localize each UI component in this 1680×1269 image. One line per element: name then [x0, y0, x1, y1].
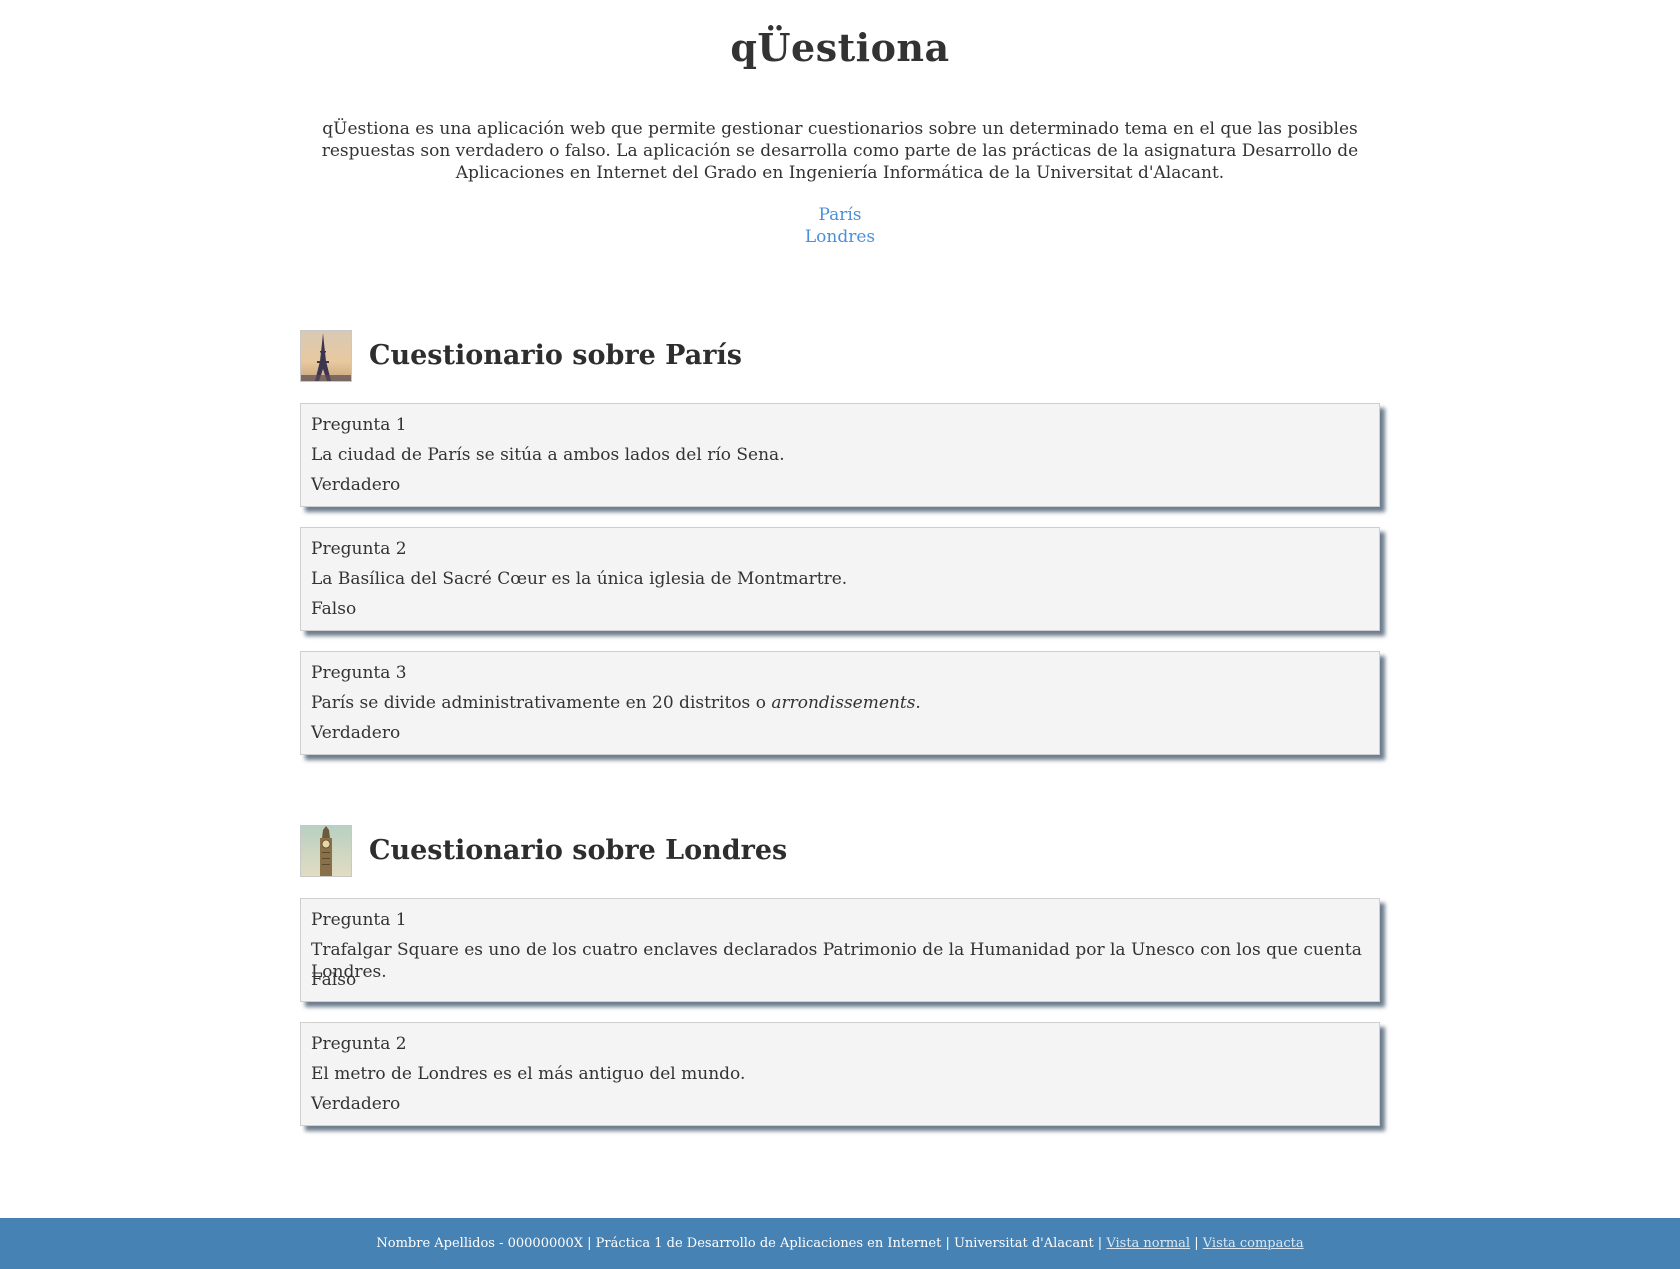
question-answer: Verdadero [311, 723, 401, 743]
quiz-title: Cuestionario sobre Londres [369, 835, 788, 866]
question-text: La Basílica del Sacré Cœur es la única i… [311, 569, 848, 589]
question-text-end: . [915, 693, 921, 713]
question-text: El metro de Londres es el más antiguo de… [311, 1064, 746, 1084]
quiz-header: Cuestionario sobre Londres [300, 825, 1380, 877]
quiz-header: Cuestionario sobre París [300, 330, 1380, 382]
question-card: Pregunta 1 La ciudad de París se sitúa a… [300, 403, 1380, 507]
question-text-emphasis: arrondissements [771, 693, 916, 713]
question-answer: Verdadero [311, 475, 401, 495]
question-label: Pregunta 2 [311, 539, 407, 559]
question-answer: Falso [311, 970, 357, 990]
nav-link-londres[interactable]: Londres [0, 226, 1680, 248]
big-ben-icon [300, 825, 352, 877]
question-label: Pregunta 2 [311, 1034, 407, 1054]
question-card: Pregunta 3 París se divide administrativ… [300, 651, 1380, 755]
question-label: Pregunta 3 [311, 663, 407, 683]
footer-separator: | [1194, 1236, 1199, 1251]
question-answer: Verdadero [311, 1094, 401, 1114]
question-answer: Falso [311, 599, 357, 619]
quiz-londres: Cuestionario sobre Londres Pregunta 1 Tr… [300, 825, 1380, 1126]
footer-info: Nombre Apellidos - 00000000X | Práctica … [376, 1236, 1103, 1251]
quiz-paris: Cuestionario sobre París Pregunta 1 La c… [300, 330, 1380, 755]
question-card: Pregunta 2 El metro de Londres es el más… [300, 1022, 1380, 1126]
nav-link-paris[interactable]: París [0, 204, 1680, 226]
question-text-start: París se divide administrativamente en 2… [311, 693, 772, 713]
question-text: La ciudad de París se sitúa a ambos lado… [311, 445, 785, 465]
question-card: Pregunta 1 Trafalgar Square es uno de lo… [300, 898, 1380, 1002]
question-card: Pregunta 2 La Basílica del Sacré Cœur es… [300, 527, 1380, 631]
quiz-nav: París Londres [0, 204, 1680, 248]
question-label: Pregunta 1 [311, 415, 407, 435]
question-text: Trafalgar Square es uno de los cuatro en… [311, 940, 1362, 982]
eiffel-tower-icon [300, 330, 352, 382]
view-compact-link[interactable]: Vista compacta [1203, 1236, 1304, 1251]
quiz-title: Cuestionario sobre París [369, 340, 742, 371]
question-text: París se divide administrativamente en 2… [311, 692, 1369, 722]
view-normal-link[interactable]: Vista normal [1106, 1236, 1190, 1251]
site-title: qÜestiona [730, 25, 950, 70]
intro-paragraph: qÜestiona es una aplicación web que perm… [321, 119, 1359, 183]
page: qÜestiona qÜestiona es una aplicación we… [0, 0, 1680, 1218]
footer: Nombre Apellidos - 00000000X | Práctica … [0, 1218, 1680, 1269]
question-label: Pregunta 1 [311, 910, 407, 930]
